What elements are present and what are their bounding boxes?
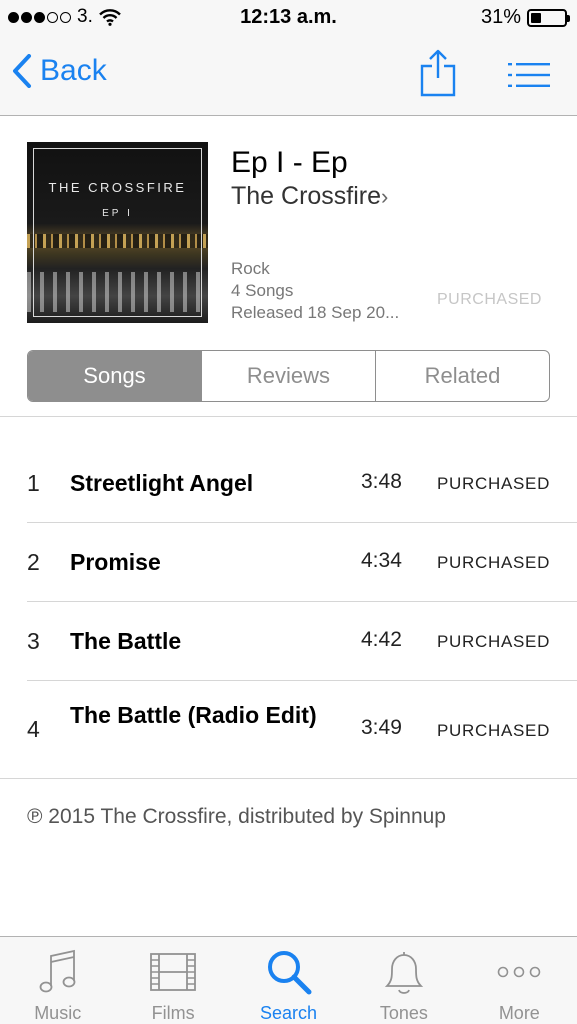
album-artwork[interactable]: THE CROSSFIRE EP I — [27, 142, 208, 323]
segment-songs[interactable]: Songs — [28, 351, 201, 401]
battery-percent: 31% — [480, 6, 521, 28]
track-number: 4 — [27, 716, 40, 742]
copyright-text: ℗ 2015 The Crossfire, distributed by Spi… — [27, 805, 446, 828]
back-label: Back — [40, 54, 107, 87]
chevron-left-icon — [13, 54, 31, 88]
song-duration: 3:49 — [361, 716, 402, 739]
song-title: The Battle — [70, 628, 182, 654]
song-title: Streetlight Angel — [70, 470, 254, 496]
album-title: Ep I - Ep — [231, 146, 348, 179]
song-duration: 3:48 — [361, 470, 402, 493]
song-duration: 4:34 — [361, 549, 402, 572]
song-purchase-status[interactable]: PURCHASED — [437, 632, 550, 652]
tab-tones[interactable]: Tones — [346, 937, 461, 1024]
tab-label: More — [498, 1003, 540, 1023]
section-divider — [0, 778, 577, 779]
song-purchase-status[interactable]: PURCHASED — [437, 553, 550, 573]
status-bar: 3. 12:13 a.m. 31% — [0, 0, 577, 38]
song-purchase-status[interactable]: PURCHASED — [437, 474, 550, 494]
list-icon[interactable] — [508, 62, 550, 88]
track-number: 2 — [27, 549, 40, 575]
tab-label: Tones — [379, 1003, 428, 1023]
album-song-count: 4 Songs — [231, 281, 294, 300]
back-button[interactable]: Back — [12, 54, 107, 88]
track-number: 3 — [27, 628, 40, 654]
music-note-icon — [39, 949, 76, 993]
track-number: 1 — [27, 470, 40, 496]
album-release-date: Released 18 Sep 20... — [231, 303, 400, 322]
segment-related[interactable]: Related — [375, 351, 549, 401]
bell-icon — [384, 952, 424, 994]
segmented-control: Songs Reviews Related — [27, 350, 550, 402]
artwork-subtitle: EP I — [102, 208, 133, 219]
artist-name: The Crossfire — [231, 182, 382, 210]
tab-label: Search — [259, 1003, 318, 1023]
tab-music[interactable]: Music — [0, 937, 115, 1024]
song-title: The Battle (Radio Edit) — [70, 702, 317, 728]
chevron-right-icon: › — [381, 184, 389, 209]
tab-films[interactable]: Films — [115, 937, 230, 1024]
song-row[interactable]: 2 Promise 4:34 PURCHASED — [0, 523, 577, 601]
tab-label: Music — [34, 1003, 82, 1023]
album-genre: Rock — [231, 259, 270, 278]
film-icon — [150, 953, 197, 991]
battery-area: 31% — [480, 6, 570, 29]
share-icon[interactable] — [419, 48, 457, 98]
tab-more[interactable]: More — [462, 937, 577, 1024]
tab-search[interactable]: Search — [231, 937, 346, 1024]
battery-icon — [527, 8, 570, 27]
song-title: Promise — [70, 549, 161, 575]
tab-label: Films — [151, 1003, 195, 1023]
tab-bar: Music Films Search Tones More — [0, 936, 577, 1024]
song-duration: 4:42 — [361, 628, 402, 651]
song-purchase-status[interactable]: PURCHASED — [437, 721, 550, 741]
navigation-bar: Back — [0, 38, 577, 116]
segment-reviews[interactable]: Reviews — [201, 351, 375, 401]
section-divider — [0, 416, 577, 417]
more-icon — [498, 966, 541, 978]
song-row[interactable]: 1 Streetlight Angel 3:48 PURCHASED — [0, 444, 577, 522]
song-row[interactable]: 4 The Battle (Radio Edit) 3:49 PURCHASED — [0, 681, 577, 778]
song-row[interactable]: 3 The Battle 4:42 PURCHASED — [0, 602, 577, 680]
artist-link[interactable]: The Crossfire› — [231, 182, 388, 211]
search-icon — [267, 951, 312, 995]
album-purchase-status: PURCHASED — [437, 291, 542, 308]
artwork-title: THE CROSSFIRE — [48, 180, 187, 195]
